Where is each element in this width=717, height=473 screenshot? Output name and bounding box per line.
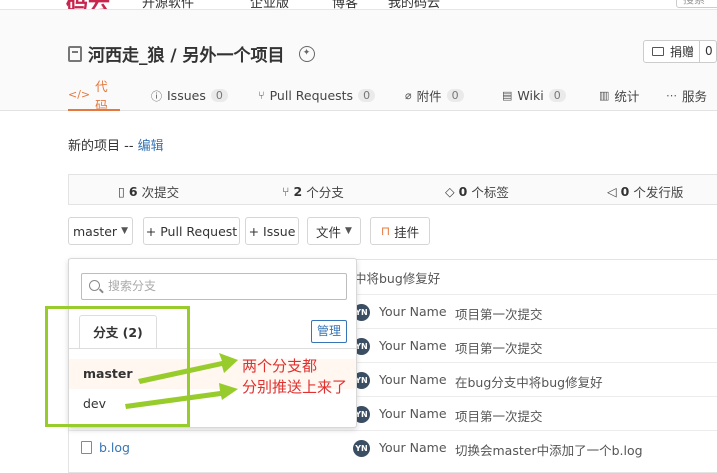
tab-stats-label: 统计 [614, 89, 640, 104]
tab-issues-label: Issues [167, 88, 206, 103]
tab-wiki[interactable]: ▤ Wiki 0 [502, 80, 566, 111]
branch-select-label: master [72, 223, 118, 239]
tab-pr-label: Pull Requests [269, 88, 354, 103]
branch-search-placeholder: 搜索分支 [108, 279, 157, 293]
branches-stat[interactable]: ⑂ 2 个分支 [282, 182, 344, 201]
tab-wiki-count: 0 [548, 89, 566, 102]
tab-services-label: 服务 [682, 89, 708, 104]
files-menu-button[interactable]: 文件 ▼ [307, 217, 361, 245]
tag-icon: ◇ [445, 184, 455, 199]
branch-search-input[interactable]: 搜索分支 [81, 273, 347, 300]
branches-label: 个分支 [306, 185, 344, 200]
commit-author[interactable]: Your Name [379, 304, 447, 319]
donate-button[interactable]: 捐赠 0 [643, 40, 717, 63]
issue-icon: ⓘ [151, 89, 162, 103]
attachment-icon: ⌀ [405, 89, 412, 102]
commit-author[interactable]: Your Name [379, 406, 447, 421]
tags-count: 0 [458, 184, 468, 199]
commit-message[interactable]: 项目第一次提交 [455, 338, 543, 357]
pendant-label: 挂件 [394, 224, 420, 240]
tab-code-label: 代码 [95, 78, 108, 113]
branch-dropdown: 搜索分支 分支 (2) 管理 master dev [68, 258, 357, 428]
new-pull-request-button[interactable]: + Pull Request [143, 217, 240, 245]
chevron-down-icon: ▼ [121, 226, 128, 236]
repo-book-icon [68, 45, 82, 62]
commits-label: 次提交 [141, 185, 180, 200]
nav-open-source[interactable]: 开源软件 [142, 0, 194, 9]
file-icon [81, 441, 92, 454]
search-icon [89, 280, 100, 291]
donate-count: 0 [699, 41, 713, 62]
tab-attachments-label: 附件 [416, 89, 442, 104]
description-text: 新的项目 -- [68, 139, 138, 154]
global-search-input[interactable]: 搜索 [676, 0, 717, 8]
pr-icon: ⑂ [258, 89, 265, 102]
tab-services[interactable]: ⋯ 服务 [666, 80, 707, 111]
wiki-icon: ▤ [502, 89, 513, 102]
stats-icon: ▥ [599, 89, 610, 102]
files-menu-label: 文件 [316, 224, 342, 240]
commit-author[interactable]: Your Name [379, 440, 447, 455]
tags-stat[interactable]: ◇ 0 个标签 [445, 182, 509, 201]
annotation-text-line1: 两个分支都 [242, 357, 318, 375]
new-issue-button[interactable]: + Issue [245, 217, 299, 245]
repo-name[interactable]: 河西走_狼 / 另外一个项目 [88, 41, 285, 66]
commit-author[interactable]: Your Name [379, 338, 447, 353]
tab-branches[interactable]: 分支 (2) [79, 315, 157, 349]
commits-stat[interactable]: ▯ 6 次提交 [118, 182, 179, 201]
tab-issues-count: 0 [210, 89, 228, 102]
annotation-text-line2: 分别推送上来了 [242, 378, 348, 396]
repo-tabs: </> 代码 ⓘ Issues 0 ⑂ Pull Requests 0 ⌀ 附件… [0, 79, 717, 113]
repo-description: 新的项目 -- 编辑 [68, 135, 164, 154]
pendant-button[interactable]: ⊓ 挂件 [370, 217, 430, 245]
tab-wiki-label: Wiki [517, 88, 544, 103]
tab-code[interactable]: </> 代码 [68, 79, 120, 113]
tab-attachments-count: 0 [446, 89, 464, 102]
tab-stats[interactable]: ▥ 统计 [599, 80, 639, 111]
commit-message[interactable]: 项目第一次提交 [455, 304, 543, 323]
tab-divider [69, 348, 356, 349]
commit-icon: ▯ [118, 184, 125, 199]
site-logo[interactable]: 码云 [66, 0, 110, 9]
commit-message[interactable]: 在bug分支中将bug修复好 [455, 372, 603, 391]
tab-attachments[interactable]: ⌀ 附件 0 [405, 80, 464, 111]
recommend-badge-icon: ✦ [298, 45, 315, 62]
nav-my-gitee[interactable]: 我的码云 [388, 0, 440, 9]
edit-description-link[interactable]: 编辑 [138, 139, 164, 154]
repo-stats-bar: ▯ 6 次提交 ⑂ 2 个分支 ◇ 0 个标签 ◁ 0 个发行版 [68, 174, 717, 205]
tab-pr-count: 0 [358, 89, 376, 102]
branches-count: 2 [293, 184, 303, 199]
file-name[interactable]: b.log [99, 440, 130, 455]
releases-label: 个发行版 [633, 185, 684, 200]
commit-message[interactable]: 项目第一次提交 [455, 406, 543, 425]
service-icon: ⋯ [666, 89, 677, 102]
release-icon: ◁ [607, 184, 617, 199]
donate-icon [652, 47, 664, 56]
releases-stat[interactable]: ◁ 0 个发行版 [607, 182, 683, 201]
commit-author[interactable]: Your Name [379, 372, 447, 387]
commit-message[interactable]: 切换会master中添加了一个b.log [455, 440, 643, 459]
top-navbar: 码云 开源软件 企业版 博客 我的码云 搜索 [0, 0, 717, 10]
donate-label: 捐赠 [670, 45, 695, 59]
file-row[interactable]: b.log YN Your Name 切换会master中添加了一个b.log [69, 430, 717, 464]
repo-title: 河西走_狼 / 另外一个项目 ✦ [68, 41, 315, 66]
bookmark-icon: ⊓ [380, 224, 391, 238]
new-issue-label: + Issue [248, 223, 296, 239]
manage-branches-button[interactable]: 管理 [311, 320, 347, 343]
avatar: YN [353, 440, 370, 457]
nav-blog[interactable]: 博客 [332, 0, 358, 9]
nav-enterprise[interactable]: 企业版 [250, 0, 289, 9]
new-pull-request-label: + Pull Request [145, 223, 238, 239]
code-icon: </> [68, 88, 91, 101]
tags-label: 个标签 [471, 185, 509, 200]
latest-commit-message[interactable]: 中将bug修复好 [354, 268, 440, 287]
branch-icon: ⑂ [282, 184, 290, 199]
tab-pull-requests[interactable]: ⑂ Pull Requests 0 [258, 80, 376, 111]
branch-select-button[interactable]: master ▼ [68, 217, 133, 245]
releases-count: 0 [620, 184, 630, 199]
chevron-down-icon: ▼ [345, 226, 352, 236]
tab-issues[interactable]: ⓘ Issues 0 [151, 80, 228, 111]
commits-count: 6 [128, 184, 138, 199]
